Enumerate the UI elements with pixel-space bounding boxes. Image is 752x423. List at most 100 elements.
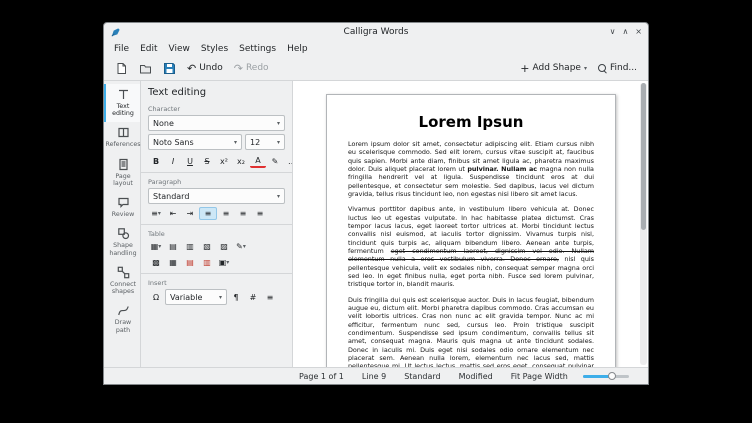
list-style-button[interactable]: ≡ ▾ (148, 207, 164, 220)
close-icon[interactable]: × (635, 27, 642, 37)
tab-text-editing[interactable]: Text editing (104, 84, 140, 123)
separator (141, 172, 292, 173)
statusbar: Page 1 of 1 Line 9 Standard Modified Fit… (104, 367, 648, 384)
style-indicator[interactable]: Standard (395, 372, 449, 381)
insert-row-above-button[interactable]: ▤ (165, 240, 181, 253)
decrease-indent-button[interactable]: ⇤ (165, 207, 181, 220)
align-justify-button[interactable]: ≡ (252, 207, 268, 220)
scrollbar-thumb[interactable] (641, 83, 646, 230)
strikethrough-button[interactable]: S (199, 155, 215, 168)
special-character-button[interactable]: Ω (148, 291, 164, 304)
menu-settings[interactable]: Settings (234, 43, 281, 55)
table-section-label: Table (148, 230, 165, 238)
menu-styles[interactable]: Styles (196, 43, 233, 55)
tab-connect-shapes[interactable]: Connect shapes (104, 262, 140, 300)
new-document-button[interactable] (111, 59, 132, 77)
draw-path-icon (117, 306, 129, 316)
insert-page-number-button[interactable]: # (245, 291, 261, 304)
text-editing-icon (118, 89, 128, 99)
zoom-mode[interactable]: Fit Page Width (502, 372, 577, 381)
menu-help[interactable]: Help (282, 43, 313, 55)
zoom-slider-fill (582, 375, 610, 378)
align-left-button[interactable]: ≡ (199, 207, 217, 220)
main-toolbar: ↶ Undo ↷ Redo + Add Shape ▾ Find... (104, 56, 648, 81)
calligra-words-app-icon (111, 27, 120, 36)
delete-column-icon: ▥ (203, 258, 211, 267)
variable-select[interactable]: Variable ▾ (165, 289, 227, 305)
more-options-button[interactable]: … (284, 155, 292, 168)
align-center-button[interactable]: ≡ (218, 207, 234, 220)
merge-cells-button[interactable]: ▩ (148, 256, 164, 269)
chevron-down-icon: ▾ (158, 243, 162, 250)
tab-page-layout[interactable]: Page layout (104, 154, 140, 192)
menu-edit[interactable]: Edit (135, 43, 162, 55)
page-layout-icon (118, 158, 128, 170)
paragraph-style-select[interactable]: Standard ▾ (148, 188, 285, 204)
chevron-down-icon: ▾ (157, 210, 161, 217)
list-icon: ≡ (151, 209, 158, 218)
insert-column-right-button[interactable]: ▨ (216, 240, 232, 253)
undo-button[interactable]: ↶ Undo (183, 59, 227, 77)
font-size-select[interactable]: 12 ▾ (245, 134, 285, 150)
superscript-button[interactable]: x² (216, 155, 232, 168)
document-canvas[interactable]: Lorem Ipsun Lorem ipsum dolor sit amet, … (293, 81, 648, 367)
redo-label: Redo (245, 63, 269, 73)
italic-button[interactable]: I (165, 155, 181, 168)
font-color-button[interactable]: A (250, 155, 266, 168)
page-indicator[interactable]: Page 1 of 1 (290, 372, 353, 381)
vertical-scrollbar[interactable] (640, 83, 647, 365)
increase-indent-button[interactable]: ⇥ (182, 207, 198, 220)
zoom-slider-handle[interactable] (607, 372, 616, 380)
split-cells-button[interactable]: ▦ (165, 256, 181, 269)
chevron-down-icon: ▾ (218, 293, 222, 301)
document-heading: Lorem Ipsun (418, 113, 524, 131)
subscript-button[interactable]: x₂ (233, 155, 249, 168)
character-style-select[interactable]: None ▾ (148, 115, 285, 131)
menu-file[interactable]: File (109, 43, 134, 55)
save-icon (164, 62, 175, 74)
save-document-button[interactable] (159, 59, 180, 77)
border-style-button[interactable]: ▣ ▾ (216, 256, 232, 269)
delete-column-button[interactable]: ▥ (199, 256, 215, 269)
add-shape-button[interactable]: + Add Shape ▾ (516, 59, 591, 77)
open-folder-icon (140, 64, 151, 73)
table-pen-icon: ✎ (236, 242, 243, 251)
references-icon (117, 128, 129, 138)
menu-view[interactable]: View (164, 43, 195, 55)
minimize-icon[interactable]: ∨ (610, 27, 616, 37)
underline-button[interactable]: U (182, 155, 198, 168)
tab-draw-path[interactable]: Draw path (104, 300, 140, 338)
redo-icon: ↷ (233, 61, 243, 75)
find-button[interactable]: Find... (594, 59, 641, 77)
bold-button[interactable]: B (148, 155, 164, 168)
connect-shapes-icon (117, 266, 129, 279)
font-family-select[interactable]: Noto Sans ▾ (148, 134, 242, 150)
insert-column-left-button[interactable]: ▧ (199, 240, 215, 253)
tab-review[interactable]: Review (104, 192, 140, 223)
chevron-down-icon: ▾ (226, 259, 230, 266)
zoom-slider[interactable] (582, 371, 629, 381)
insert-pilcrow-button[interactable]: ¶ (228, 291, 244, 304)
open-document-button[interactable] (135, 59, 156, 77)
find-label: Find... (609, 63, 637, 73)
paragraph-1: Lorem ipsum dolor sit amet, consectetur … (348, 140, 594, 198)
align-right-button[interactable]: ≡ (235, 207, 251, 220)
tab-shape-handling[interactable]: Shape handling (104, 223, 140, 261)
document-page[interactable]: Lorem Ipsun Lorem ipsum dolor sit amet, … (326, 94, 616, 367)
tab-references[interactable]: References (104, 122, 141, 153)
line-indicator[interactable]: Line 9 (353, 372, 395, 381)
modified-indicator: Modified (458, 371, 493, 381)
titlebar[interactable]: Calligra Words ∨ ∧ × (104, 23, 648, 41)
highlight-button[interactable]: ✎ (267, 155, 283, 168)
insert-toc-button[interactable]: ≡ (262, 291, 278, 304)
chevron-down-icon: ▾ (583, 64, 587, 72)
chevron-down-icon: ▾ (242, 243, 246, 250)
table-pen-button[interactable]: ✎ ▾ (233, 240, 249, 253)
redo-button[interactable]: ↷ Redo (230, 59, 273, 77)
window-title: Calligra Words (343, 27, 409, 37)
delete-row-button[interactable]: ▤ (182, 256, 198, 269)
insert-table-button[interactable]: ▦ ▾ (148, 240, 164, 253)
tool-tabstrip: Text editing References Page layout Revi… (104, 81, 141, 367)
insert-row-below-button[interactable]: ▥ (182, 240, 198, 253)
maximize-icon[interactable]: ∧ (622, 27, 628, 37)
